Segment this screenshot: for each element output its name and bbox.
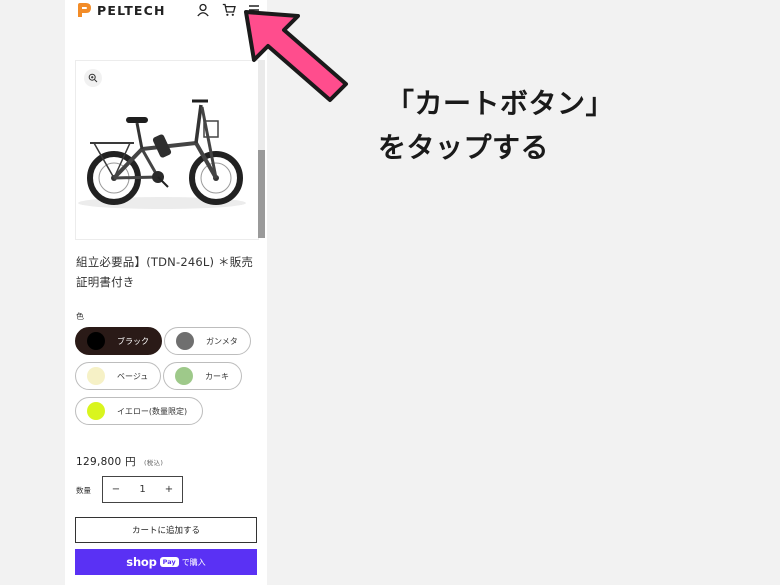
annotation-arrow-icon [244,10,348,102]
color-option-gunmetal[interactable]: ガンメタ [164,327,251,355]
quantity-stepper: − 1 + [102,476,183,503]
color-swatch [87,332,105,350]
color-swatch [87,402,105,420]
color-option-label: ガンメタ [206,336,238,346]
quantity-decrease-button[interactable]: − [103,484,129,495]
brand-logo-icon [78,3,91,17]
color-option-beige[interactable]: ベージュ [75,362,161,390]
zoom-in-icon[interactable] [84,69,102,87]
color-option-yellow[interactable]: イエロー(数量限定) [75,397,203,425]
color-swatch [87,367,105,385]
annotation-line-1: 「カートボタン」 [386,87,615,120]
brand-name: PELTECH [97,2,166,18]
annotation-text: 「カートボタン」 をタップする [378,82,614,170]
product-image [78,99,246,209]
color-option-label: イエロー(数量限定) [117,406,188,416]
quantity-value[interactable]: 1 [130,484,156,495]
color-option-label: カーキ [205,371,229,381]
color-swatch [175,367,193,385]
buy-label: で購入 [181,557,206,567]
product-price: 129,800 円 (税込) [76,454,163,469]
shop-pay-button[interactable]: shop Pay で購入 [75,549,257,575]
price-amount: 129,800 円 [76,456,136,468]
pay-badge: Pay [159,557,179,567]
account-icon[interactable] [196,3,210,17]
color-swatch [176,332,194,350]
color-label: 色 [76,312,84,321]
quantity-label: 数量 [76,486,91,495]
add-to-cart-button[interactable]: カートに追加する [75,517,257,543]
brand-logo[interactable]: PELTECH [76,2,166,18]
color-option-khaki[interactable]: カーキ [163,362,242,390]
scrollbar-thumb[interactable] [258,150,265,238]
color-option-black[interactable]: ブラック [75,327,162,355]
tax-note: (税込) [143,459,164,467]
shop-pay-logo: shop [126,555,157,569]
color-option-label: ベージュ [117,371,149,381]
color-option-label: ブラック [117,336,149,346]
quantity-increase-button[interactable]: + [156,484,182,495]
product-title: 組立必要品】(TDN-246L) ＊販売証明書付き [76,255,254,289]
annotation-line-2: をタップする [378,131,550,164]
